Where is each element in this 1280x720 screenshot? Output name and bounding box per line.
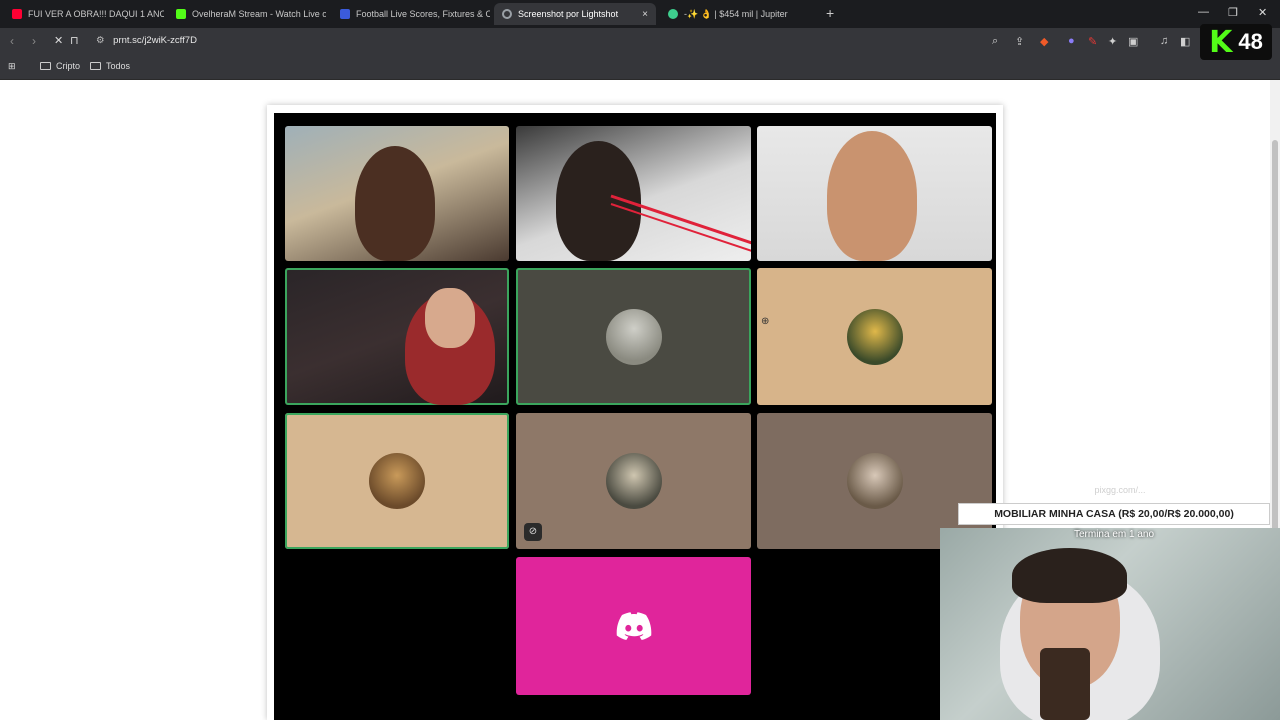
tab-title: OvelheraM Stream - Watch Live on K [192,9,326,19]
kick-viewer-badge: K 48 [1200,24,1272,60]
tab-youtube[interactable]: FUI VER A OBRA!!! DAQUI 1 ANO VO [4,3,164,25]
stop-loading-button[interactable]: ✕ [54,34,63,47]
discord-tile[interactable] [516,557,751,695]
red-annotation-lines [610,194,751,252]
browser-chrome: FUI VER A OBRA!!! DAQUI 1 ANO VO Ovelher… [0,0,1280,80]
tab-title: Football Live Scores, Fixtures & Odds [356,9,490,19]
kick-logo-icon: K [1209,24,1233,60]
youtube-icon [12,9,22,19]
tab-jupiter[interactable]: -✨ 👌 | $454 mil | Jupiter [660,3,818,25]
participant-video [827,131,917,261]
zoom-icon[interactable]: ⌕ [992,35,998,48]
folder-icon [90,62,101,70]
discord-logo-icon [616,612,651,640]
sidebar-icon[interactable]: ▣ [1128,35,1138,48]
tab-football[interactable]: Football Live Scores, Fixtures & Odds [332,3,490,25]
maximize-button[interactable]: ❐ [1228,6,1238,19]
extensions-puzzle-icon[interactable]: ✦ [1108,35,1117,48]
avatar-tile[interactable]: ⊘ [516,413,751,549]
apps-icon[interactable]: ⊞ [8,61,16,72]
address-toolbar: ‹ › ✕ ⊓ ⚙ prnt.sc/j2wiK-zcff7D ⌕ ⇪ ◆ ● ✎… [0,28,1280,56]
close-tab-icon[interactable]: × [634,9,648,20]
video-tile-speaking[interactable] [285,268,509,405]
donation-goal-deadline: Termina em 1 ano [1073,529,1155,540]
media-icon[interactable]: ♫ [1160,35,1168,47]
video-tile[interactable] [516,126,751,261]
extension-icon[interactable]: ✎ [1088,35,1097,48]
share-icon[interactable]: ⇪ [1015,35,1024,48]
tab-strip: FUI VER A OBRA!!! DAQUI 1 ANO VO Ovelher… [0,0,1280,28]
video-tile[interactable] [757,126,992,261]
football-icon [340,9,350,19]
tab-lightshot[interactable]: Screenshot por Lightshot × [494,3,656,25]
bookmark-label: Cripto [56,61,81,71]
bookmark-folder-todos[interactable]: Todos [90,61,130,71]
kick-icon [176,9,186,19]
url-text: prnt.sc/j2wiK-zcff7D [113,35,197,46]
cursor-icon: ⊕ [761,316,770,327]
video-tile[interactable] [285,126,509,261]
muted-icon: ⊘ [524,523,542,541]
back-button[interactable]: ‹ [10,34,14,48]
participant-avatar [369,453,425,509]
extension-icon[interactable]: ● [1068,35,1075,47]
bookmarks-bar: ⊞ Cripto Todos [0,56,1280,80]
brave-shield-icon[interactable]: ◆ [1040,35,1048,48]
site-settings-icon[interactable]: ⚙ [96,35,105,46]
participant-avatar [605,308,662,365]
cup [1040,648,1090,720]
participant-avatar [846,308,903,365]
folder-icon [40,62,51,70]
donation-goal-title: MOBILIAR MINHA CASA (R$ 20,00/R$ 20.000,… [958,503,1270,525]
participant-video [355,146,435,261]
panel-icon[interactable]: ◧ [1180,35,1190,48]
avatar-tile-speaking[interactable] [285,413,509,549]
minimize-button[interactable]: — [1198,6,1209,18]
participant-avatar [605,453,662,509]
tab-title: Screenshot por Lightshot [518,9,619,19]
avatar-tile[interactable] [757,268,992,405]
bookmark-folder-cripto[interactable]: Cripto [40,61,80,71]
viewer-count: 48 [1238,29,1263,54]
participant-avatar [846,453,903,509]
jupiter-icon [668,9,678,19]
loading-icon [502,9,512,19]
forward-button[interactable]: › [32,34,36,48]
new-tab-button[interactable]: + [826,5,834,21]
tab-title: FUI VER A OBRA!!! DAQUI 1 ANO VO [28,9,164,19]
participant-face [425,288,475,348]
tab-kick[interactable]: OvelheraM Stream - Watch Live on K [168,3,326,25]
address-bar[interactable]: ⚙ prnt.sc/j2wiK-zcff7D [96,35,197,46]
donation-link-text: pixgg.com/... [1094,485,1146,495]
avatar-tile-speaking[interactable] [516,268,751,405]
streamer-webcam [940,528,1280,720]
bookmark-icon[interactable]: ⊓ [70,34,79,47]
streamer-hair [1012,548,1127,603]
bookmark-label: Todos [106,61,131,71]
tab-title: -✨ 👌 | $454 mil | Jupiter [684,8,788,19]
close-window-button[interactable]: ✕ [1258,6,1267,19]
